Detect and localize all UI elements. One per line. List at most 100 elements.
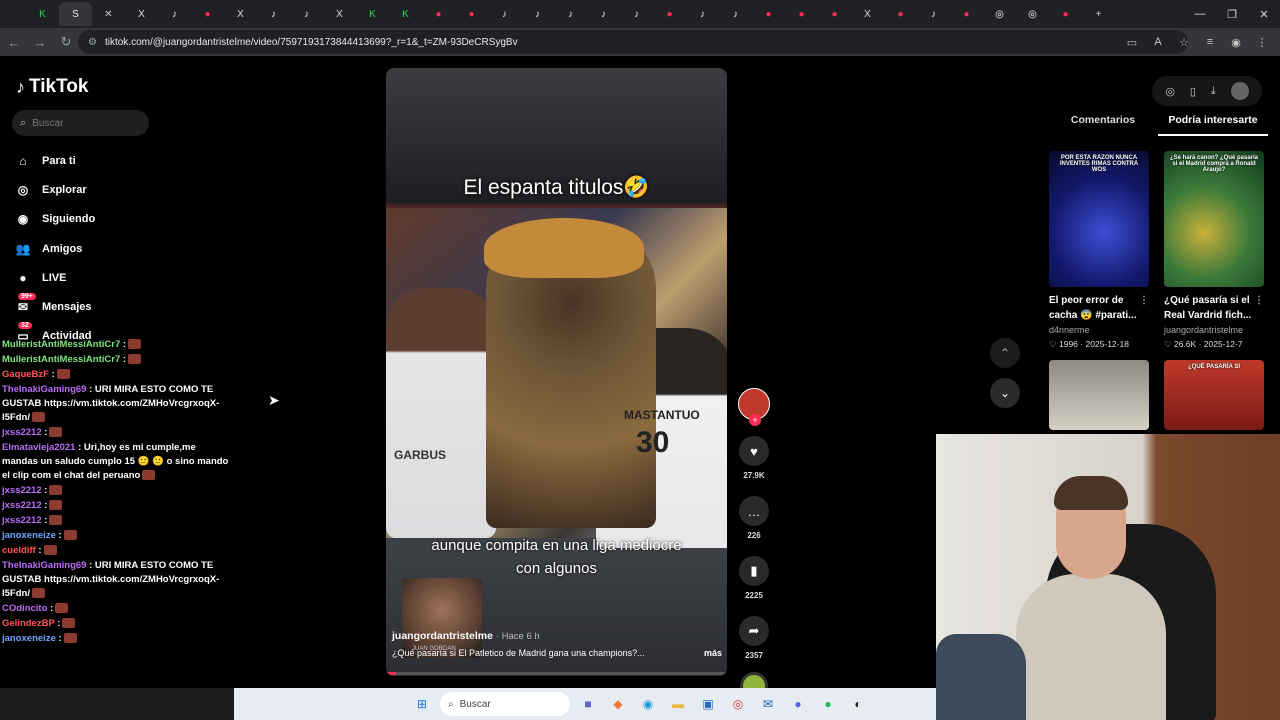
follow-plus-icon[interactable]: + — [749, 414, 761, 426]
store-icon[interactable]: ▣ — [696, 692, 720, 716]
coins-icon[interactable]: ◎ — [1165, 85, 1175, 98]
bookmark-star-icon[interactable]: ☆ — [1174, 32, 1194, 52]
outlook-icon[interactable]: ✉ — [756, 692, 780, 716]
sidebar-item-live[interactable]: ● LIVE — [14, 263, 194, 292]
browser-tab[interactable]: ♪ — [290, 2, 323, 26]
copilot-icon[interactable]: ◆ — [606, 692, 630, 716]
browser-tab[interactable]: K — [389, 2, 422, 26]
tiktok-logo[interactable]: ♪ TikTok — [16, 76, 88, 98]
maximize-button[interactable]: ❐ — [1216, 0, 1248, 28]
browser-tab[interactable]: ♪ — [554, 2, 587, 26]
browser-tab[interactable]: ● — [818, 2, 851, 26]
browser-tab[interactable]: ♪ — [158, 2, 191, 26]
previous-video-button[interactable]: ⌃ — [990, 338, 1020, 368]
browser-tab[interactable]: X — [323, 2, 356, 26]
browser-tab[interactable]: ● — [752, 2, 785, 26]
browser-tab[interactable]: ♪ — [257, 2, 290, 26]
search-box[interactable]: ⌕ — [12, 110, 149, 136]
browser-tab[interactable]: ♪ — [488, 2, 521, 26]
search-input[interactable] — [32, 117, 133, 129]
taskbar-search[interactable]: ⌕ Buscar — [440, 692, 570, 716]
tab-favicon-icon: ♪ — [304, 8, 309, 20]
url-bar[interactable]: ⚙ tiktok.com/@juangordantristelme/video/… — [78, 30, 1188, 54]
sidebar-item-siguiendo[interactable]: ◉ Siguiendo — [14, 205, 194, 234]
browser-tab[interactable]: ● — [785, 2, 818, 26]
like-button[interactable]: ♥ — [739, 436, 769, 466]
browser-tab[interactable]: X — [125, 2, 158, 26]
discord-icon[interactable]: ● — [786, 692, 810, 716]
sidebar-item-explorar[interactable]: ◎ Explorar — [14, 175, 194, 204]
browser-tab[interactable]: ● — [422, 2, 455, 26]
windows-start-icon[interactable]: ⊞ — [410, 692, 434, 716]
file-explorer-icon[interactable]: ▬ — [666, 692, 690, 716]
site-info-icon[interactable]: ⚙ — [88, 37, 97, 48]
browser-tab[interactable]: K — [26, 2, 59, 26]
share-button[interactable]: ➦ — [739, 616, 769, 646]
minimize-button[interactable]: — — [1184, 0, 1216, 28]
comment-button[interactable]: … — [739, 496, 769, 526]
browser-tab[interactable]: ● — [1049, 2, 1082, 26]
browser-tab[interactable]: ● — [884, 2, 917, 26]
chrome-icon[interactable]: ◎ — [726, 692, 750, 716]
recommended-card[interactable]: POR ESTA RAZON NUNCA INVENTES RIMAS CONT… — [1049, 151, 1149, 350]
more-link[interactable]: más — [704, 648, 722, 658]
sidebar-item-amigos[interactable]: 👥 Amigos — [14, 234, 194, 263]
tab-comentarios[interactable]: Comentarios — [1048, 114, 1158, 136]
close-window-button[interactable]: ✕ — [1248, 0, 1280, 28]
video-player[interactable]: MASTANTUO 30 GARBUS El espanta titulos🤣 … — [386, 68, 727, 676]
spotify-icon[interactable]: ● — [816, 692, 840, 716]
more-options-icon[interactable]: ⋮ — [1139, 293, 1149, 308]
tab-podria-interesarte[interactable]: Podría interesarte — [1158, 114, 1268, 136]
teams-icon[interactable]: ■ — [576, 692, 600, 716]
creator-avatar[interactable]: + — [738, 388, 770, 426]
edge-icon[interactable]: ◉ — [636, 692, 660, 716]
video-author[interactable]: juangordantristelme — [392, 630, 493, 642]
save-button[interactable]: ▮ — [739, 556, 769, 586]
media-controls-icon[interactable]: ≡ — [1200, 32, 1220, 52]
browser-tab[interactable]: ◎ — [1016, 2, 1049, 26]
browser-tab[interactable]: X — [851, 2, 884, 26]
video-thumbnail[interactable]: ¿Se hará canon? ¿Qué pasaría si el Madri… — [1164, 151, 1264, 287]
new-tab-button[interactable]: + — [1082, 2, 1115, 26]
video-thumbnail[interactable] — [1049, 360, 1149, 430]
browser-tab[interactable]: X — [224, 2, 257, 26]
browser-tab[interactable]: ● — [653, 2, 686, 26]
cast-icon[interactable]: ▭ — [1122, 32, 1142, 52]
profile-icon[interactable]: ◉ — [1226, 32, 1246, 52]
recommended-card[interactable] — [1049, 360, 1149, 430]
recommended-card[interactable]: ¿QUÉ PASARÍA SI — [1164, 360, 1264, 430]
browser-tab[interactable]: S — [59, 2, 92, 26]
video-thumbnail[interactable]: POR ESTA RAZON NUNCA INVENTES RIMAS CONT… — [1049, 151, 1149, 287]
next-video-button[interactable]: ⌄ — [990, 378, 1020, 408]
forward-button[interactable]: → — [28, 30, 52, 54]
card-author[interactable]: d4nnerme — [1049, 325, 1149, 335]
recommended-card[interactable]: ¿Se hará canon? ¿Qué pasaría si el Madri… — [1164, 151, 1264, 350]
browser-tab[interactable]: ✕ — [92, 2, 125, 26]
browser-tab[interactable]: ● — [191, 2, 224, 26]
browser-menu-icon[interactable]: ⋮ — [1252, 32, 1272, 52]
device-icon[interactable]: ▯ — [1190, 85, 1196, 98]
browser-tab[interactable]: ♪ — [686, 2, 719, 26]
download-icon[interactable]: ⤓ — [1211, 85, 1216, 98]
card-author[interactable]: juangordantristelme — [1164, 325, 1264, 335]
browser-tab[interactable]: ♪ — [620, 2, 653, 26]
reload-button[interactable]: ↻ — [54, 30, 78, 54]
browser-tab[interactable]: ♪ — [587, 2, 620, 26]
sidebar-item-para-ti[interactable]: ⌂ Para ti — [14, 146, 194, 175]
browser-tab[interactable]: ♪ — [719, 2, 752, 26]
video-progress-bar[interactable] — [386, 672, 727, 675]
browser-tab[interactable]: ♪ — [521, 2, 554, 26]
browser-tab[interactable]: ● — [455, 2, 488, 26]
browser-tab[interactable]: ♪ — [917, 2, 950, 26]
video-thumbnail[interactable]: ¿QUÉ PASARÍA SI — [1164, 360, 1264, 430]
browser-tab[interactable]: ● — [950, 2, 983, 26]
translate-icon[interactable]: A — [1148, 32, 1168, 52]
more-options-icon[interactable]: ⋮ — [1254, 293, 1264, 308]
obs-icon[interactable]: ◐ — [846, 692, 870, 716]
user-avatar[interactable] — [1230, 82, 1249, 100]
browser-tab[interactable]: ◎ — [983, 2, 1016, 26]
back-button[interactable]: ← — [2, 30, 26, 54]
sidebar-item-mensajes[interactable]: ✉ 99+ Mensajes — [14, 292, 194, 321]
browser-tab[interactable]: K — [356, 2, 389, 26]
thumbnail-text: ¿Se hará canon? ¿Qué pasaría si el Madri… — [1169, 155, 1259, 173]
